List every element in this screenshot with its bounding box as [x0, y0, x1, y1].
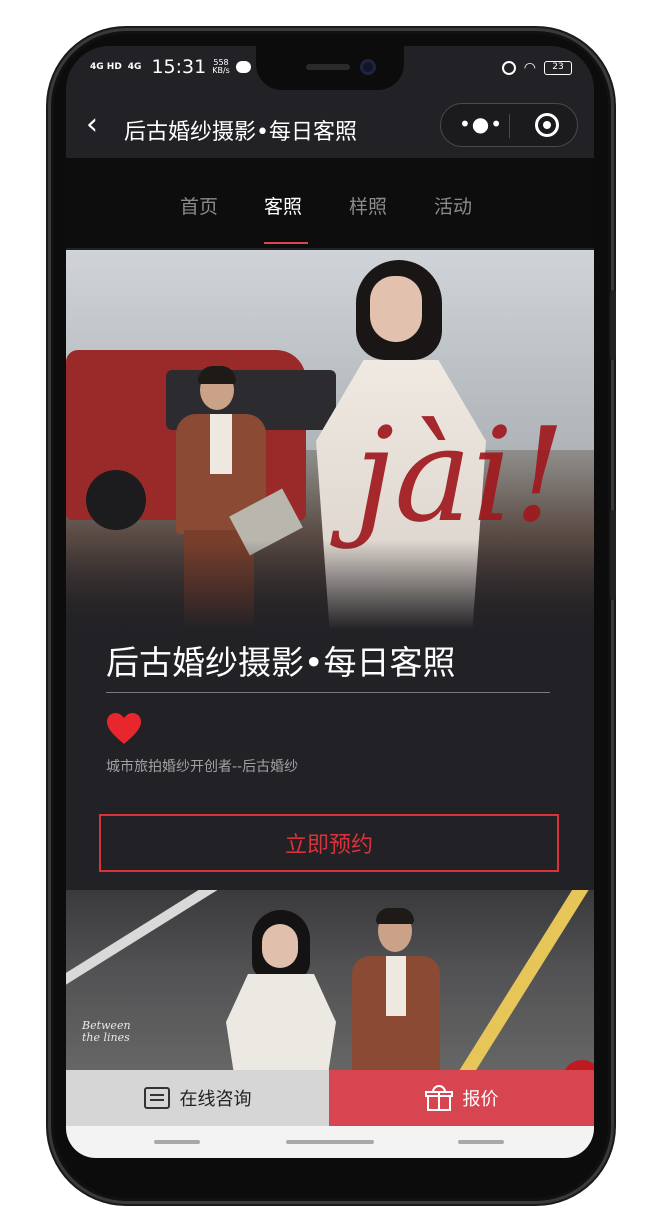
- online-consult-label: 在线咨询: [179, 1089, 252, 1110]
- road-line: [66, 890, 232, 998]
- alarm-icon: [501, 61, 516, 75]
- target-circle-icon[interactable]: [535, 113, 559, 137]
- volume-button: [610, 290, 616, 360]
- screen: 4G HD 4G 15:31 558 KB/s ◠ 23 ‹ 后古婚纱摄影•每日…: [66, 46, 594, 1158]
- wifi-icon: ◠: [523, 60, 536, 76]
- road-line-yellow: [451, 890, 594, 1090]
- chat-bubble-icon: [235, 61, 251, 73]
- bride-face: [262, 924, 298, 968]
- tab-sample-photos[interactable]: 样照: [349, 192, 387, 219]
- net-speed-unit: KB/s: [212, 66, 230, 75]
- groom-shirt: [210, 414, 232, 474]
- page-title: 后古婚纱摄影•每日客照: [106, 643, 456, 682]
- notch: [256, 46, 404, 90]
- power-button: [610, 510, 616, 600]
- online-consult-button[interactable]: 在线咨询: [66, 1070, 329, 1126]
- network-indicator-2: 4G: [127, 61, 142, 72]
- status-left: 4G HD 4G 15:31 558 KB/s: [90, 56, 251, 78]
- clock: 15:31: [151, 56, 207, 78]
- book-now-button[interactable]: 立即预约: [99, 814, 559, 872]
- chevron-left-icon[interactable]: ‹: [86, 110, 98, 140]
- tab-client-photos[interactable]: 客照: [264, 192, 302, 219]
- sys-back-gesture[interactable]: [458, 1140, 504, 1144]
- hero-wheel: [86, 470, 146, 530]
- capsule-divider: [509, 114, 510, 138]
- photo-caption: Between the lines: [82, 1019, 131, 1044]
- front-camera: [360, 59, 376, 75]
- status-bar: 4G HD 4G 15:31 558 KB/s ◠ 23: [66, 46, 594, 98]
- gallery-photo[interactable]: Between the lines: [66, 890, 594, 1090]
- hero-fade: [66, 540, 594, 630]
- photo-groom: [346, 908, 446, 1090]
- subtitle: 城市旅拍婚纱开创者--后古婚纱: [106, 759, 299, 775]
- tab-events[interactable]: 活动: [434, 192, 472, 219]
- groom-hair: [376, 908, 414, 924]
- groom-hair: [198, 366, 236, 384]
- tab-home[interactable]: 首页: [180, 192, 218, 219]
- net-speed: 558 KB/s: [212, 59, 230, 75]
- groom-shirt: [386, 956, 406, 1016]
- network-indicator-1: 4G HD: [90, 61, 122, 72]
- active-tab-indicator: [264, 242, 308, 244]
- divider: [106, 692, 550, 693]
- sys-home-gesture[interactable]: [286, 1140, 374, 1144]
- system-nav-bar: [66, 1126, 594, 1158]
- photo-bride: [226, 910, 336, 1090]
- hero-image[interactable]: jài!: [66, 250, 594, 630]
- bottom-action-bar: 在线咨询 报价: [66, 1070, 594, 1126]
- battery-icon: 23: [544, 61, 572, 75]
- message-icon: [143, 1087, 170, 1109]
- gift-ribbon: [437, 1091, 440, 1111]
- status-right: ◠ 23: [501, 60, 572, 76]
- nav-bar: ‹ 后古婚纱摄影•每日客照 •●•: [66, 98, 594, 158]
- tab-bar: 首页 客照 样照 活动: [66, 158, 594, 248]
- sys-menu-gesture[interactable]: [154, 1140, 200, 1144]
- bride-face: [370, 276, 422, 342]
- gift-icon: [424, 1085, 453, 1111]
- capsule-menu: •●•: [440, 103, 578, 147]
- nav-title: 后古婚纱摄影•每日客照: [124, 120, 357, 145]
- quote-label: 报价: [462, 1089, 499, 1110]
- quote-button[interactable]: 报价: [329, 1070, 594, 1126]
- more-dots-icon[interactable]: •●•: [459, 114, 503, 134]
- speaker: [306, 64, 350, 70]
- heart-icon[interactable]: [106, 712, 142, 746]
- hero-overlay-text: jài!: [354, 399, 566, 551]
